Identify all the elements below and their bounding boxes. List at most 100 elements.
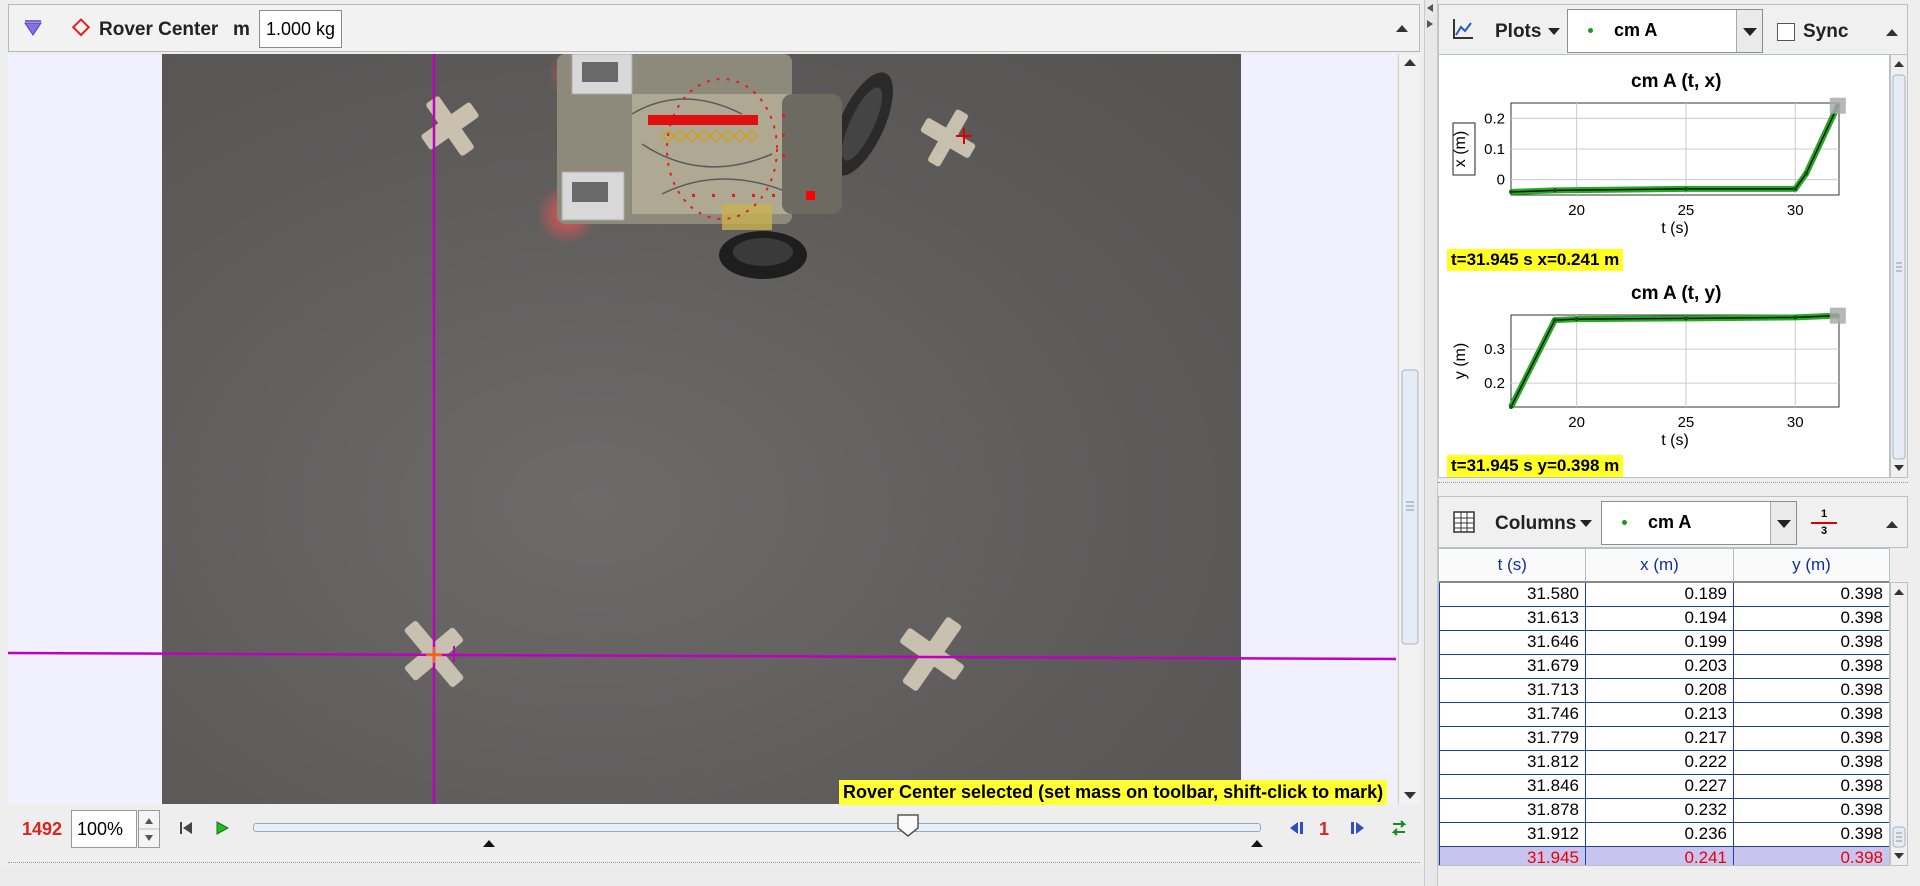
zoom-field[interactable]: 100% bbox=[71, 810, 137, 848]
table-track-select[interactable]: cm A bbox=[1601, 501, 1797, 545]
data-point[interactable] bbox=[1683, 186, 1688, 191]
t-cell[interactable]: 31.646 bbox=[1439, 629, 1586, 655]
y-cell[interactable]: 0.398 bbox=[1733, 725, 1889, 751]
y-cell[interactable]: 0.398 bbox=[1733, 581, 1889, 607]
y-cell[interactable]: 0.398 bbox=[1733, 677, 1889, 703]
mass-field[interactable] bbox=[259, 10, 342, 48]
data-point[interactable] bbox=[1574, 317, 1579, 322]
plots-scrollbar[interactable] bbox=[1890, 54, 1908, 478]
data-point[interactable] bbox=[1509, 405, 1513, 409]
columns-menu-arrow-icon[interactable] bbox=[1579, 519, 1593, 529]
x-cell[interactable]: 0.213 bbox=[1585, 701, 1734, 727]
selected-point-marker[interactable] bbox=[1829, 307, 1846, 324]
step-size[interactable]: 1 bbox=[1319, 819, 1329, 840]
track-menu-icon[interactable] bbox=[23, 18, 43, 38]
y-cell[interactable]: 0.398 bbox=[1733, 653, 1889, 679]
panel-divider[interactable] bbox=[1438, 482, 1908, 488]
table-row[interactable]: 31.746 0.213 0.398 bbox=[1439, 701, 1889, 727]
step-back-button[interactable] bbox=[1288, 820, 1306, 836]
y-cell[interactable]: 0.398 bbox=[1733, 605, 1889, 631]
x-cell[interactable]: 0.236 bbox=[1585, 821, 1734, 847]
zoom-spinner[interactable] bbox=[138, 810, 160, 848]
video-vertical-scrollbar[interactable] bbox=[1398, 54, 1420, 804]
data-point[interactable] bbox=[1552, 188, 1557, 193]
table-row[interactable]: 31.878 0.232 0.398 bbox=[1439, 797, 1889, 823]
table-row[interactable]: 31.912 0.236 0.398 bbox=[1439, 821, 1889, 847]
x-cell[interactable]: 0.203 bbox=[1585, 653, 1734, 679]
t-cell[interactable]: 31.713 bbox=[1439, 677, 1586, 703]
y-cell[interactable]: 0.398 bbox=[1733, 845, 1889, 865]
t-cell[interactable]: 31.878 bbox=[1439, 797, 1586, 823]
loop-icon[interactable] bbox=[1390, 819, 1408, 837]
video-view[interactable] bbox=[8, 54, 1396, 804]
t-cell[interactable]: 31.613 bbox=[1439, 605, 1586, 631]
collapse-table-icon[interactable] bbox=[1885, 517, 1899, 531]
data-point[interactable] bbox=[1552, 318, 1557, 323]
data-point[interactable] bbox=[1509, 189, 1513, 194]
step-forward-button[interactable] bbox=[1348, 820, 1366, 836]
column-header-t[interactable]: t (s) bbox=[1439, 549, 1586, 583]
coordinate-axes[interactable] bbox=[8, 54, 1396, 804]
start-frame-marker[interactable] bbox=[482, 838, 496, 848]
t-cell[interactable]: 31.580 bbox=[1439, 581, 1586, 607]
table-row[interactable]: 31.945 0.241 0.398 bbox=[1439, 845, 1889, 865]
y-cell[interactable]: 0.398 bbox=[1733, 749, 1889, 775]
rewind-button[interactable] bbox=[178, 820, 194, 836]
y-cell[interactable]: 0.398 bbox=[1733, 701, 1889, 727]
y-cell[interactable]: 0.398 bbox=[1733, 773, 1889, 799]
track-name-label[interactable]: Rover Center bbox=[99, 19, 218, 41]
play-button[interactable] bbox=[214, 820, 230, 836]
x-cell[interactable]: 0.222 bbox=[1585, 749, 1734, 775]
slider-thumb[interactable] bbox=[897, 814, 919, 838]
x-cell[interactable]: 0.232 bbox=[1585, 797, 1734, 823]
data-point[interactable] bbox=[1804, 171, 1809, 176]
data-table[interactable]: t (s) x (m) y (m) 31.580 0.189 0.398 31.613… bbox=[1438, 548, 1890, 866]
table-row[interactable]: 31.580 0.189 0.398 bbox=[1439, 581, 1889, 607]
table-row[interactable]: 31.846 0.227 0.398 bbox=[1439, 773, 1889, 799]
collapse-plots-icon[interactable] bbox=[1885, 25, 1899, 39]
column-header-y[interactable]: y (m) bbox=[1733, 549, 1889, 583]
columns-menu[interactable]: Columns bbox=[1495, 513, 1576, 535]
table-row[interactable]: 31.713 0.208 0.398 bbox=[1439, 677, 1889, 703]
plots-track-select[interactable]: cm A bbox=[1567, 9, 1763, 53]
sync-checkbox[interactable] bbox=[1777, 23, 1795, 41]
chevron-down-icon[interactable] bbox=[1736, 10, 1762, 52]
yt-plot[interactable]: 20 25 30 0.3 0.2 t (s) y (m) bbox=[1439, 307, 1891, 457]
data-point[interactable] bbox=[1793, 186, 1798, 191]
collapse-toolbar-icon[interactable] bbox=[1395, 21, 1409, 35]
plot-frame[interactable] bbox=[1510, 314, 1840, 408]
x-cell[interactable]: 0.189 bbox=[1585, 581, 1734, 607]
y-cell[interactable]: 0.398 bbox=[1733, 797, 1889, 823]
end-frame-marker[interactable] bbox=[1250, 838, 1264, 848]
column-header-x[interactable]: x (m) bbox=[1585, 549, 1734, 583]
x-cell[interactable]: 0.227 bbox=[1585, 773, 1734, 799]
x-cell[interactable]: 0.199 bbox=[1585, 629, 1734, 655]
chevron-down-icon[interactable] bbox=[1770, 502, 1796, 544]
x-cell[interactable]: 0.194 bbox=[1585, 605, 1734, 631]
t-cell[interactable]: 31.779 bbox=[1439, 725, 1586, 751]
table-row[interactable]: 31.812 0.222 0.398 bbox=[1439, 749, 1889, 775]
data-point[interactable] bbox=[1683, 316, 1688, 321]
table-row[interactable]: 31.779 0.217 0.398 bbox=[1439, 725, 1889, 751]
data-point[interactable] bbox=[1793, 315, 1798, 320]
vertical-splitter[interactable] bbox=[1424, 0, 1438, 886]
plots-menu-arrow-icon[interactable] bbox=[1547, 27, 1561, 37]
y-cell[interactable]: 0.398 bbox=[1733, 629, 1889, 655]
panel-resize-handle[interactable] bbox=[8, 862, 1420, 866]
t-cell[interactable]: 31.945 bbox=[1439, 845, 1586, 865]
t-cell[interactable]: 31.912 bbox=[1439, 821, 1586, 847]
table-row[interactable]: 31.679 0.203 0.398 bbox=[1439, 653, 1889, 679]
t-cell[interactable]: 31.679 bbox=[1439, 653, 1586, 679]
selected-point-marker[interactable] bbox=[1829, 97, 1846, 114]
plots-menu[interactable]: Plots bbox=[1495, 21, 1541, 43]
number-format-icon[interactable]: 1 3 bbox=[1811, 509, 1837, 537]
x-cell[interactable]: 0.241 bbox=[1585, 845, 1734, 865]
y-cell[interactable]: 0.398 bbox=[1733, 821, 1889, 847]
x-cell[interactable]: 0.217 bbox=[1585, 725, 1734, 751]
t-cell[interactable]: 31.846 bbox=[1439, 773, 1586, 799]
t-cell[interactable]: 31.812 bbox=[1439, 749, 1586, 775]
video-slider[interactable] bbox=[253, 823, 1261, 832]
table-row[interactable]: 31.646 0.199 0.398 bbox=[1439, 629, 1889, 655]
x-cell[interactable]: 0.208 bbox=[1585, 677, 1734, 703]
table-row[interactable]: 31.613 0.194 0.398 bbox=[1439, 605, 1889, 631]
